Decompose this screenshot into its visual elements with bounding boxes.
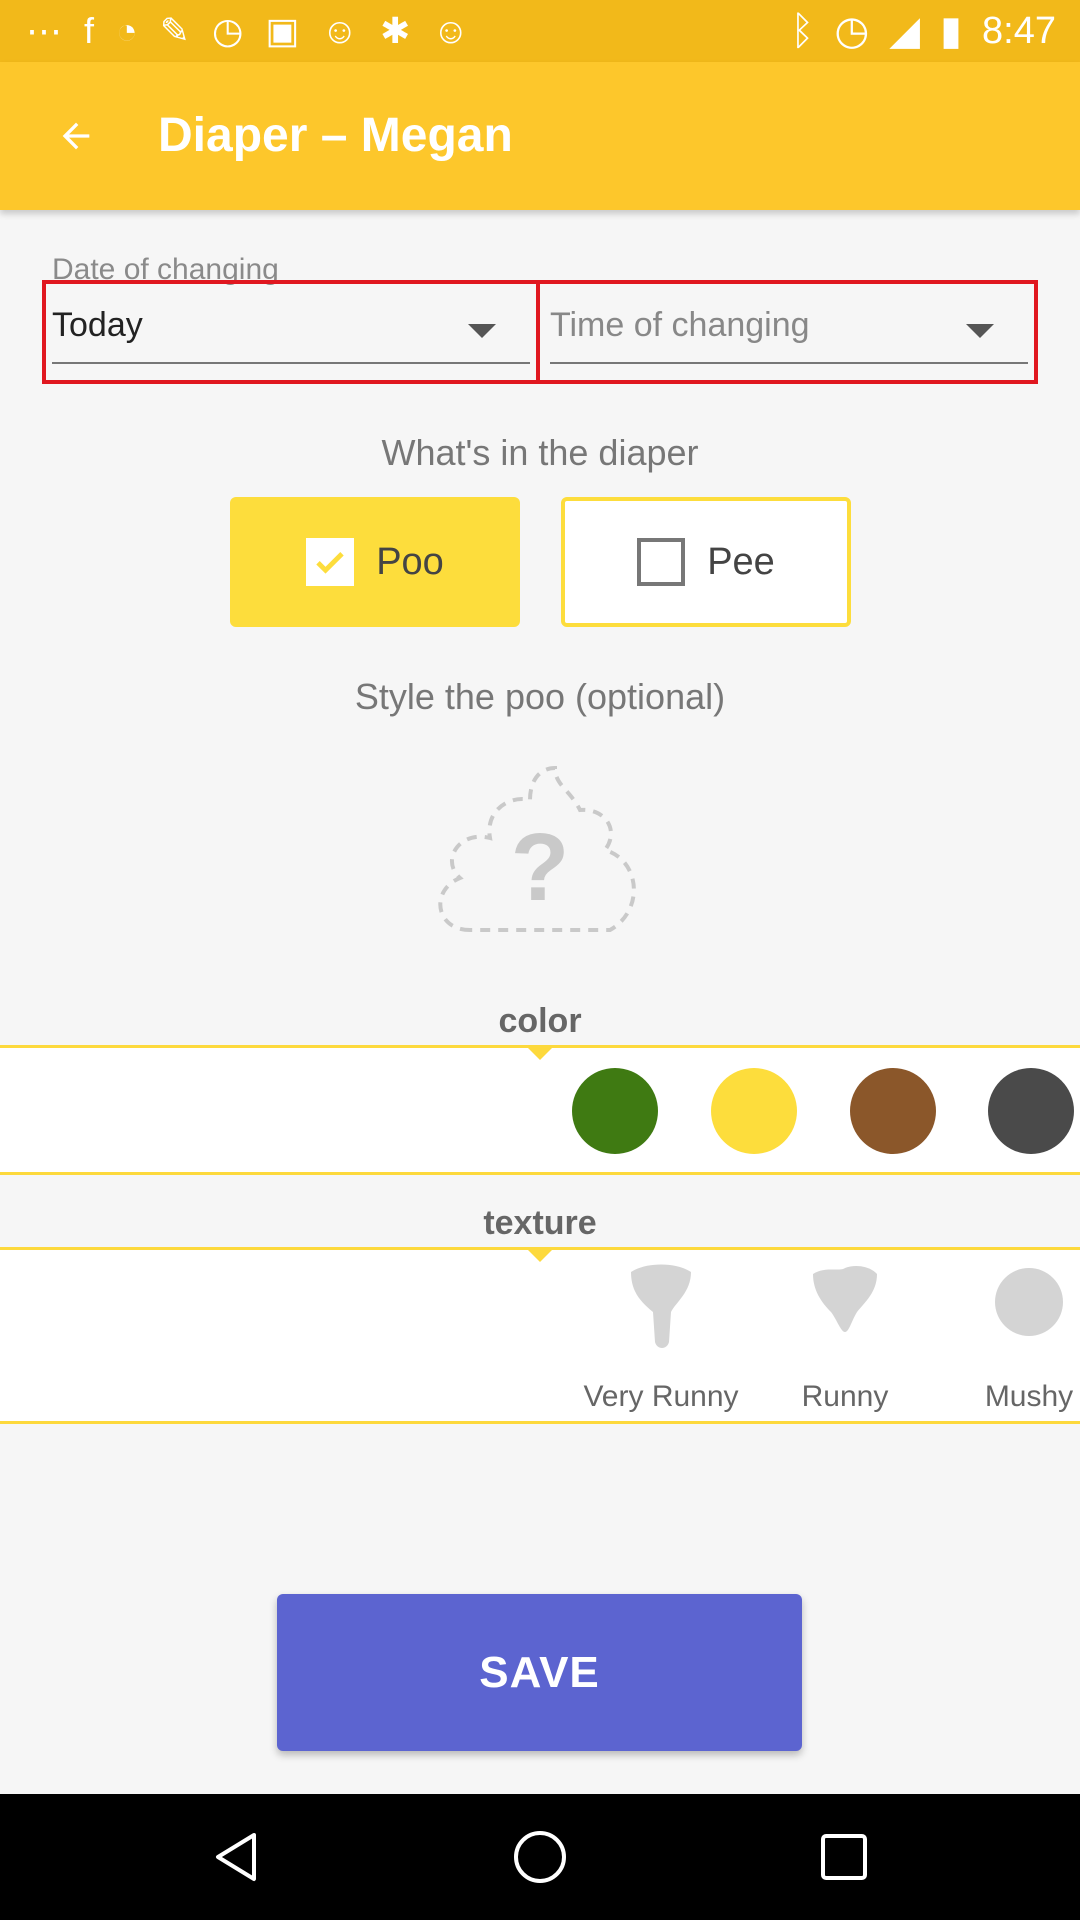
- texture-label: texture: [483, 1204, 597, 1242]
- timer-icon: ◔: [116, 10, 138, 51]
- dropdown-arrow-icon: [468, 324, 496, 338]
- nav-recents-button[interactable]: [814, 1827, 874, 1887]
- color-swatch-green[interactable]: [572, 1068, 658, 1154]
- nav-back-button[interactable]: [206, 1827, 266, 1887]
- wrench-icon: ✎: [159, 10, 190, 51]
- facebook-icon: f: [84, 10, 95, 51]
- color-label: color: [498, 1002, 582, 1040]
- style-title: Style the poo (optional): [354, 676, 726, 717]
- poo-placeholder-icon[interactable]: ?: [430, 760, 650, 940]
- qr-icon: ▣: [265, 10, 300, 51]
- status-icons: ⋯ f ◔ ✎ ◷ ▣ ☺ ✱ ☺: [26, 10, 469, 52]
- texture-bottom-line: [0, 1421, 1080, 1424]
- square-recents-icon: [821, 1834, 867, 1880]
- date-dropdown[interactable]: Today: [52, 294, 530, 364]
- app-bar: Diaper – Megan: [0, 62, 1080, 210]
- runny-texture-icon: [813, 1266, 877, 1332]
- texture-label-very-runny: Very Runny: [583, 1380, 739, 1413]
- nav-home-button[interactable]: [510, 1827, 570, 1887]
- poo-toggle[interactable]: Poo: [230, 497, 520, 627]
- save-button[interactable]: SAVE: [277, 1594, 802, 1751]
- status-time: 8:47: [982, 9, 1056, 52]
- color-swatch-dark-gray[interactable]: [988, 1068, 1074, 1154]
- checkbox-checked-icon: [306, 538, 355, 586]
- color-swatch-yellow[interactable]: [711, 1068, 797, 1154]
- question-mark: ?: [511, 814, 570, 921]
- page-title: Diaper – Megan: [158, 109, 513, 162]
- arrow-left-icon: [62, 122, 90, 150]
- back-button[interactable]: [44, 104, 108, 168]
- smiley-icon: ☺: [432, 10, 470, 51]
- texture-runny[interactable]: Runny: [755, 1262, 935, 1414]
- contents-title: What's in the diaper: [381, 432, 699, 473]
- very-runny-texture-icon: [631, 1264, 691, 1348]
- dropdown-arrow-icon: [966, 324, 994, 338]
- translate-icon: ✱: [380, 10, 411, 51]
- more-icon: ⋯: [26, 10, 62, 51]
- circle-home-icon: [514, 1831, 566, 1883]
- battery-icon: ▮: [940, 9, 963, 53]
- bluetooth-icon: ᛒ: [790, 8, 815, 53]
- color-swatch-brown[interactable]: [850, 1068, 936, 1154]
- mushy-texture-icon: [995, 1268, 1063, 1336]
- smiley-icon: ☺: [321, 10, 359, 51]
- time-dropdown[interactable]: Time of changing: [550, 294, 1028, 364]
- texture-mushy[interactable]: Mushy: [939, 1262, 1080, 1414]
- texture-pointer-icon: [528, 1250, 552, 1262]
- navigation-bar: [0, 1794, 1080, 1920]
- status-bar: ⋯ f ◔ ✎ ◷ ▣ ☺ ✱ ☺ ᛒ ◷ ◢ ▮ 8:47: [0, 0, 1080, 62]
- signal-icon: ◢: [889, 9, 921, 53]
- alarm-icon: ◷: [211, 10, 244, 51]
- pee-toggle[interactable]: Pee: [561, 497, 851, 627]
- time-placeholder: Time of changing: [550, 306, 810, 344]
- color-bottom-line: [0, 1172, 1080, 1175]
- texture-label-runny: Runny: [801, 1380, 889, 1413]
- color-pointer-icon: [528, 1048, 552, 1060]
- alarm-icon: ◷: [834, 9, 870, 53]
- pee-label: Pee: [707, 540, 775, 583]
- poo-label: Poo: [376, 540, 444, 583]
- texture-label-mushy: Mushy: [984, 1380, 1074, 1413]
- checkbox-unchecked-icon: [637, 538, 686, 586]
- date-value: Today: [52, 306, 143, 344]
- status-right: ᛒ ◷ ◢ ▮ 8:47: [790, 8, 1056, 54]
- triangle-back-icon: [216, 1833, 256, 1881]
- texture-very-runny[interactable]: Very Runny: [571, 1262, 751, 1414]
